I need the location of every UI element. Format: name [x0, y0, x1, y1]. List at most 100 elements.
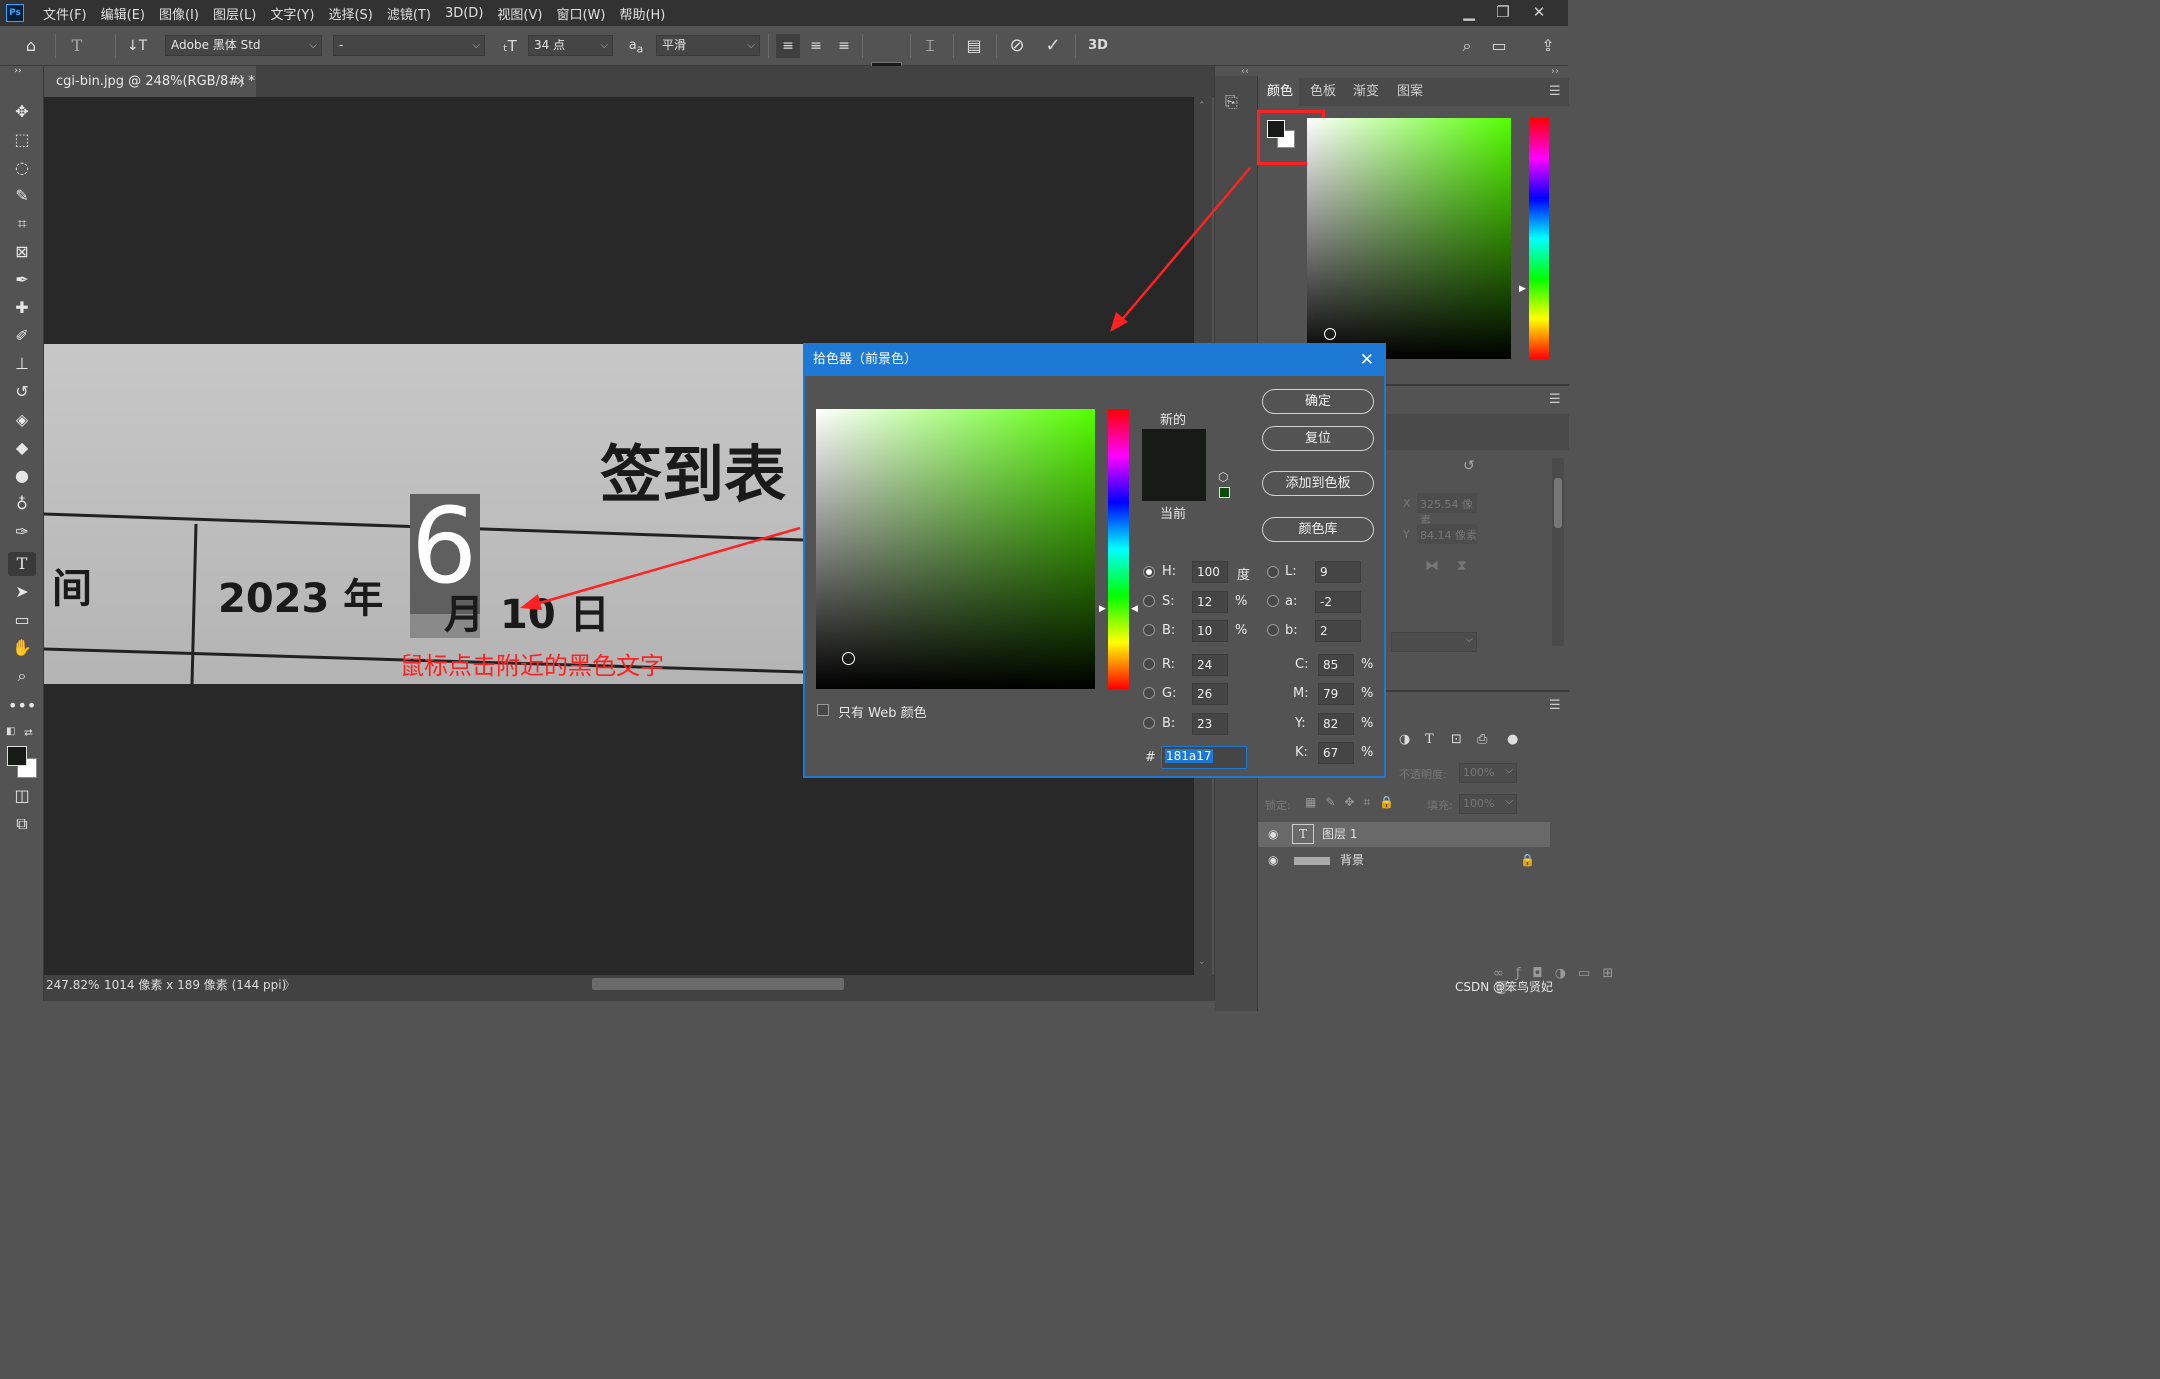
field-b[interactable]: 10	[1192, 620, 1228, 642]
type-tool-icon[interactable]: T	[8, 552, 36, 576]
eye-visibility-icon[interactable]: ◉	[1268, 848, 1278, 873]
menu-3d[interactable]: 3D(D)	[438, 6, 490, 21]
radio-l[interactable]	[1267, 566, 1279, 578]
font-style-select[interactable]: - ⌵	[333, 35, 485, 56]
lock-options-icons[interactable]: ▦✎✥⌗🔒	[1305, 795, 1403, 810]
character-panel-icon[interactable]: ▤	[962, 34, 986, 58]
stamp-tool-icon[interactable]: ⊥	[8, 352, 36, 376]
antialias-select[interactable]: 平滑 ⌵	[656, 35, 760, 56]
typed-digit-text[interactable]: 6	[411, 494, 477, 598]
fill-field[interactable]: 100% ⌵	[1459, 794, 1517, 814]
panel-menu-icon[interactable]: ☰	[1549, 84, 1561, 99]
menu-help[interactable]: 帮助(H)	[612, 4, 672, 23]
tab-swatches[interactable]: 色板	[1310, 80, 1336, 99]
cancel-icon[interactable]: ⊘	[1005, 34, 1029, 58]
layer-name[interactable]: 背景	[1340, 848, 1364, 873]
tab-gradients[interactable]: 渐变	[1353, 80, 1379, 99]
scroll-up-icon[interactable]: ⌃	[1198, 101, 1206, 111]
minimize-icon[interactable]: ▁	[1452, 0, 1486, 26]
paint-bucket-tool-icon[interactable]: ◆	[8, 436, 36, 460]
menu-edit[interactable]: 编辑(E)	[94, 4, 152, 23]
brush-tool-icon[interactable]: ✐	[8, 324, 36, 348]
quick-select-tool-icon[interactable]: ✎	[8, 184, 36, 208]
radio-r[interactable]	[1143, 658, 1155, 670]
layer-name[interactable]: 图层 1	[1322, 822, 1357, 847]
reset-button[interactable]: 复位	[1262, 426, 1374, 451]
color-libraries-button[interactable]: 颜色库	[1262, 517, 1374, 542]
field-m[interactable]: 79	[1318, 683, 1354, 705]
radio-h[interactable]	[1143, 566, 1155, 578]
rectangle-tool-icon[interactable]: ▭	[8, 608, 36, 632]
menu-file[interactable]: 文件(F)	[36, 4, 94, 23]
hue-slider[interactable]	[1529, 118, 1549, 359]
menu-filter[interactable]: 滤镜(T)	[380, 4, 438, 23]
layers-menu-icon[interactable]: ☰	[1549, 698, 1561, 713]
field-c[interactable]: 85	[1318, 654, 1354, 676]
font-family-select[interactable]: Adobe 黑体 Std ⌵	[165, 35, 322, 56]
move-tool-icon[interactable]: ✥	[8, 100, 36, 124]
layer-row[interactable]: ◉ T 图层 1	[1258, 822, 1550, 847]
field-blue[interactable]: 23	[1192, 713, 1228, 735]
opacity-field[interactable]: 100% ⌵	[1459, 763, 1517, 783]
filter-toggle-icon[interactable]: ●	[1507, 732, 1518, 747]
flip-vertical-icon[interactable]: ⧗	[1457, 558, 1467, 574]
close-tab-icon[interactable]: ×	[235, 66, 246, 97]
menu-type[interactable]: 文字(Y)	[263, 4, 321, 23]
dodge-tool-icon[interactable]: ♁	[8, 492, 36, 516]
field-y[interactable]: 82	[1318, 713, 1354, 735]
props-x-field[interactable]: 325.54 像素	[1417, 493, 1477, 527]
close-window-icon[interactable]: ✕	[1522, 0, 1556, 26]
home-icon[interactable]: ⌂	[18, 34, 44, 58]
out-of-gamut-cube-icon[interactable]: ⬡	[1218, 470, 1228, 484]
layer-row[interactable]: ◉ 背景 🔒	[1258, 848, 1550, 873]
saturation-brightness-field[interactable]	[816, 409, 1095, 689]
field-g[interactable]: 26	[1192, 683, 1228, 705]
tab-patterns[interactable]: 图案	[1397, 80, 1423, 99]
frame-tool-icon[interactable]: ⊠	[8, 240, 36, 264]
filter-shape-icon[interactable]: ⊡	[1451, 732, 1462, 747]
search-icon[interactable]: ⌕	[1455, 34, 1479, 58]
blur-tool-icon[interactable]: ●	[8, 464, 36, 488]
menu-select[interactable]: 选择(S)	[321, 4, 379, 23]
text-orientation-icon[interactable]: ↓T	[124, 34, 150, 58]
hue-marker-right-icon[interactable]: ◀	[1131, 604, 1138, 614]
flip-horizontal-icon[interactable]: ⧓	[1425, 558, 1439, 574]
status-menu-arrow-icon[interactable]: 〉	[284, 975, 296, 995]
web-only-checkbox[interactable]	[817, 704, 829, 716]
align-left-icon[interactable]: ≡	[776, 34, 800, 58]
align-right-icon[interactable]: ≡	[832, 34, 856, 58]
props-dropdown[interactable]: ⌵	[1391, 632, 1477, 652]
more-tools-icon[interactable]: •••	[8, 694, 36, 718]
eyedropper-tool-icon[interactable]: ✒	[8, 268, 36, 292]
filter-type-icon[interactable]: T	[1425, 732, 1434, 747]
props-scrollbar[interactable]	[1552, 458, 1564, 646]
hue-slider-marker-icon[interactable]: ▶	[1519, 284, 1526, 294]
current-color-swatch[interactable]	[1142, 465, 1206, 501]
collapse-right-icon[interactable]: ››	[1551, 66, 1559, 77]
menu-layer[interactable]: 图层(L)	[206, 4, 263, 23]
quick-mask-icon[interactable]: ◫	[8, 784, 36, 808]
eye-visibility-icon[interactable]: ◉	[1268, 822, 1278, 847]
dialog-close-icon[interactable]: ✕	[1360, 345, 1374, 375]
props-scrollbar-thumb[interactable]	[1554, 478, 1562, 528]
menu-view[interactable]: 视图(V)	[490, 4, 549, 23]
field-s[interactable]: 12	[1192, 591, 1228, 613]
pen-tool-icon[interactable]: ✑	[8, 520, 36, 544]
panel-foreground-swatch[interactable]	[1267, 120, 1285, 138]
radio-lab-b[interactable]	[1267, 624, 1279, 636]
props-y-field[interactable]: 84.14 像素	[1417, 524, 1477, 544]
radio-s[interactable]	[1143, 595, 1155, 607]
history-panel-icon[interactable]: ⎘	[1225, 92, 1238, 112]
hand-tool-icon[interactable]: ✋	[8, 636, 36, 660]
field-r[interactable]: 24	[1192, 654, 1228, 676]
swap-colors-icon[interactable]: ⮂	[24, 726, 33, 740]
radio-g[interactable]	[1143, 687, 1155, 699]
field-h[interactable]: 100	[1192, 561, 1228, 583]
ok-button[interactable]: 确定	[1262, 389, 1374, 414]
restore-icon[interactable]: ❐	[1486, 0, 1520, 26]
hex-input[interactable]: 181a17	[1161, 746, 1247, 769]
dialog-hue-slider[interactable]	[1108, 409, 1129, 689]
web-safe-swatch-icon[interactable]	[1219, 487, 1230, 498]
warp-text-icon[interactable]: ⌶	[918, 34, 942, 58]
properties-menu-icon[interactable]: ☰	[1549, 392, 1561, 407]
